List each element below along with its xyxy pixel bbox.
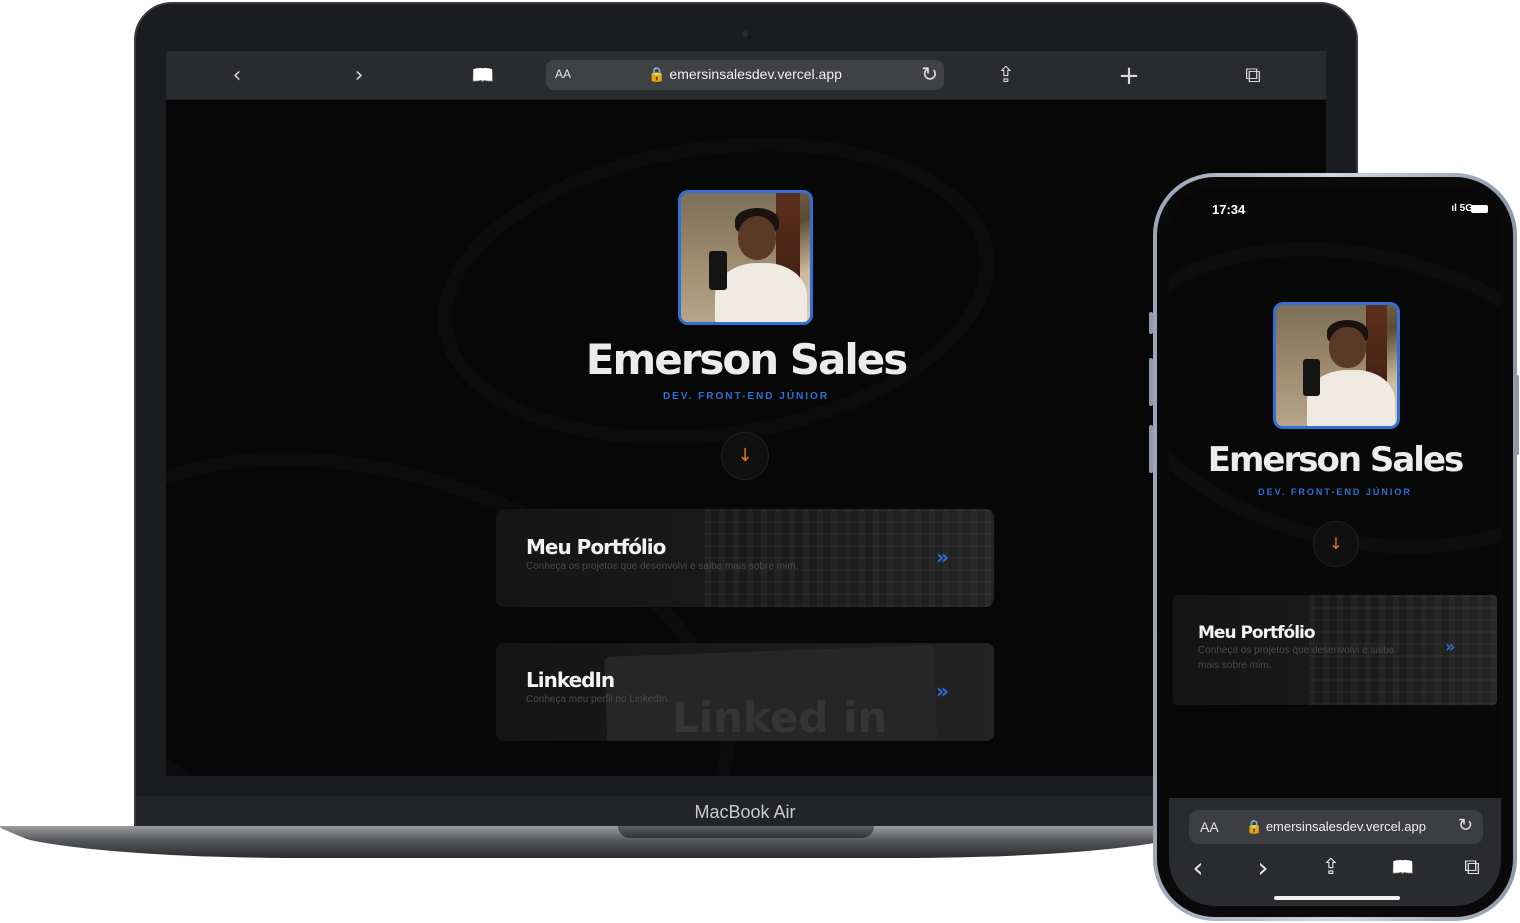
card-title: LinkedIn [526, 668, 615, 692]
forward-icon[interactable]: › [1249, 854, 1277, 882]
phone-browser-toolbar: AA 🔒 emersinsalesdev.vercel.app ↻ ‹ › ⇪ … [1169, 798, 1501, 906]
share-icon[interactable]: ⇪ [993, 63, 1019, 89]
card-title: Meu Portfólio [526, 535, 666, 559]
card-description: Conheça meu perfil no LinkedIn. [526, 694, 670, 705]
battery-icon [1471, 205, 1488, 213]
laptop-screen: ‹ › 📖 AA 🔒 emersinsalesdev.vercel.app ↻ … [166, 51, 1326, 776]
status-time: 17:34 [1212, 202, 1246, 217]
bookmarks-icon[interactable]: 📖 [470, 63, 496, 89]
device-mockup: ‹ › 📖 AA 🔒 emersinsalesdev.vercel.app ↻ … [0, 0, 1520, 923]
card-background-texture [705, 509, 994, 607]
tabs-icon[interactable]: ⧉ [1458, 854, 1486, 882]
chevron-right-icon: » [936, 679, 949, 703]
new-tab-icon[interactable]: + [1116, 63, 1142, 89]
scroll-down-button[interactable]: ↓ [1313, 521, 1359, 567]
laptop-camera [742, 31, 748, 37]
forward-icon[interactable]: › [346, 63, 372, 89]
profile-photo [1273, 302, 1400, 429]
profile-role: DEV. FRONT-END JÚNIOR [1258, 487, 1412, 497]
scroll-down-button[interactable]: ↓ [721, 432, 769, 480]
chevron-right-icon: » [936, 545, 949, 569]
reload-icon[interactable]: ↻ [921, 62, 938, 86]
laptop-base [0, 826, 1200, 858]
bookmarks-icon[interactable]: 📖 [1389, 854, 1417, 882]
linkedin-card[interactable]: Linked in LinkedIn Conheça meu perfil no… [496, 643, 994, 741]
phone-screen: 17:34 ıl 5G Emerson Sales DEV. FRONT-END… [1169, 188, 1501, 906]
profile-role: DEV. FRONT-END JÚNIOR [662, 391, 830, 402]
address-bar[interactable]: AA 🔒 emersinsalesdev.vercel.app ↻ [546, 60, 944, 90]
back-icon[interactable]: ‹ [1184, 854, 1212, 882]
portfolio-card[interactable]: Meu Portfólio Conheça os projetos que de… [1173, 595, 1497, 705]
address-bar[interactable]: AA 🔒 emersinsalesdev.vercel.app ↻ [1189, 810, 1483, 844]
reload-icon[interactable]: ↻ [1458, 815, 1473, 836]
card-description: Conheça os projetos que desenvolvi e sai… [1198, 645, 1395, 671]
card-title: Meu Portfólio [1198, 623, 1316, 643]
laptop-hinge-notch [618, 826, 874, 838]
back-icon[interactable]: ‹ [224, 63, 250, 89]
chevron-right-icon: » [1445, 637, 1456, 656]
profile-name: Emerson Sales [585, 335, 909, 384]
profile-photo [678, 190, 813, 325]
status-bar: 17:34 ıl 5G [1169, 188, 1501, 234]
home-indicator [1274, 896, 1400, 900]
share-icon[interactable]: ⇪ [1317, 854, 1345, 882]
profile-name: Emerson Sales [1207, 440, 1465, 480]
tabs-icon[interactable]: ⧉ [1240, 63, 1266, 89]
linkedin-watermark: Linked in [672, 693, 888, 741]
browser-toolbar: ‹ › 📖 AA 🔒 emersinsalesdev.vercel.app ↻ … [166, 51, 1326, 100]
portfolio-card[interactable]: Meu Portfólio Conheça os projetos que de… [496, 509, 994, 607]
url-text[interactable]: 🔒 emersinsalesdev.vercel.app [1189, 819, 1483, 835]
signal-icon: ıl 5G [1451, 203, 1473, 214]
card-description: Conheça os projetos que desenvolvi e sai… [526, 561, 799, 572]
url-text[interactable]: 🔒 emersinsalesdev.vercel.app [546, 66, 944, 83]
